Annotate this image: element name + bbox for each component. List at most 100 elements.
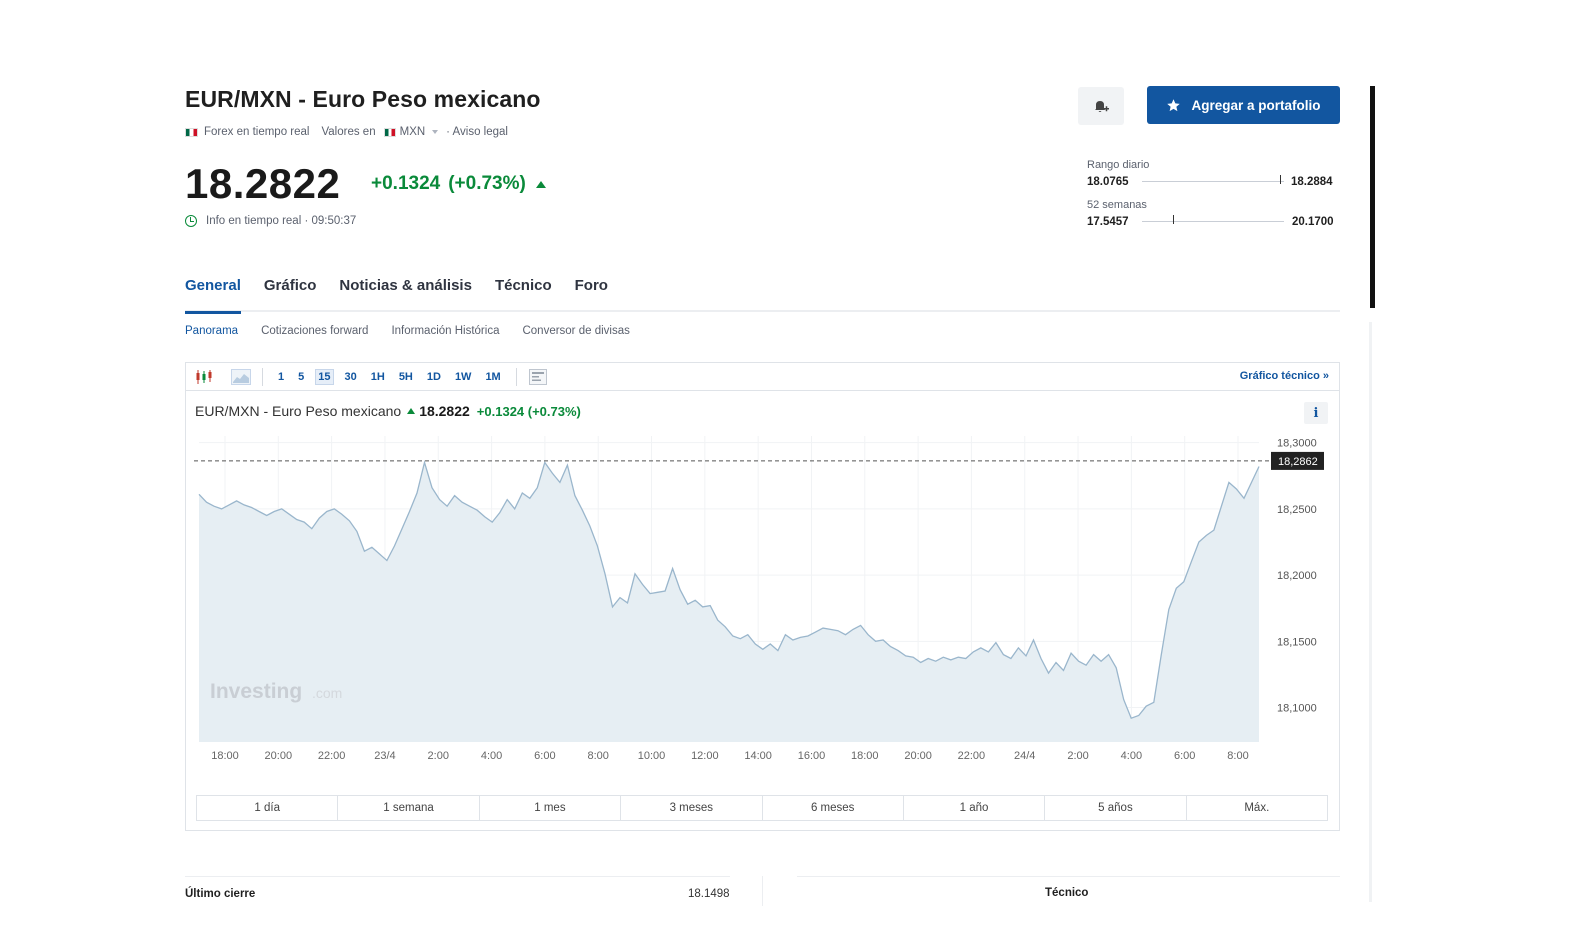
- x-axis-tick-label: 4:00: [1121, 750, 1142, 762]
- range-1-year[interactable]: 1 año: [904, 796, 1046, 820]
- range-1-month[interactable]: 1 mes: [480, 796, 622, 820]
- x-axis-tick-label: 22:00: [958, 750, 986, 762]
- y-axis-tick-label: 18,3000: [1277, 438, 1317, 450]
- market-type-label: Forex en tiempo real: [204, 126, 310, 138]
- daily-range-low: 18.0765: [1087, 176, 1129, 188]
- arrow-up-icon: [407, 408, 416, 414]
- area-chart-icon[interactable]: [230, 368, 252, 386]
- technical-section-title: Técnico: [1045, 887, 1089, 899]
- range-1-day[interactable]: 1 día: [197, 796, 339, 820]
- x-axis-tick-label: 2:00: [428, 750, 449, 762]
- chart-legend: EUR/MXN - Euro Peso mexicano 18.2822 +0.…: [195, 403, 581, 419]
- page-title: EUR/MXN - Euro Peso mexicano: [185, 86, 541, 112]
- bell-plus-icon: [1095, 101, 1109, 112]
- tab-chart[interactable]: Gráfico: [264, 276, 317, 312]
- x-axis-tick-label: 18:00: [851, 750, 879, 762]
- current-price-label: 18,2862: [1278, 456, 1318, 468]
- currency-selector[interactable]: MXN: [400, 126, 426, 138]
- change-value: +0.1324: [371, 173, 441, 194]
- 52w-range-marker: [1173, 215, 1175, 224]
- interval-5h[interactable]: 5H: [396, 369, 416, 385]
- change-percent: (+0.73%): [448, 173, 526, 194]
- interval-15min[interactable]: 15: [315, 368, 334, 385]
- interval-1w[interactable]: 1W: [452, 369, 475, 385]
- x-axis-tick-label: 6:00: [534, 750, 555, 762]
- range-1-week[interactable]: 1 semana: [338, 796, 480, 820]
- sub-tabs: Panorama Cotizaciones forward Informació…: [185, 325, 653, 337]
- y-axis-tick-label: 18,2000: [1277, 570, 1317, 582]
- x-axis-tick-label: 2:00: [1067, 750, 1088, 762]
- daily-range-marker: [1279, 175, 1281, 184]
- interval-1min[interactable]: 1: [275, 369, 287, 385]
- realtime-info-text: Info en tiempo real · 09:50:37: [206, 215, 357, 227]
- range-5-years[interactable]: 5 años: [1045, 796, 1187, 820]
- toolbar-divider: [515, 367, 517, 386]
- subtab-currency-converter[interactable]: Conversor de divisas: [522, 325, 629, 337]
- x-axis-tick-label: 18:00: [211, 750, 239, 762]
- x-axis-tick-label: 20:00: [904, 750, 932, 762]
- subtab-forward-rates[interactable]: Cotizaciones forward: [261, 325, 368, 337]
- range-3-months[interactable]: 3 meses: [621, 796, 763, 820]
- x-axis-tick-label: 6:00: [1174, 750, 1195, 762]
- x-axis-tick-label: 24/4: [1014, 750, 1035, 762]
- y-axis-tick-label: 18,1000: [1277, 703, 1317, 715]
- time-range-selector: 1 día 1 semana 1 mes 3 meses 6 meses 1 a…: [196, 795, 1328, 821]
- add-to-portfolio-button[interactable]: Agregar a portafolio: [1147, 86, 1340, 124]
- legend-instrument: EUR/MXN - Euro Peso mexicano: [195, 403, 402, 419]
- 52w-range-label: 52 semanas: [1087, 199, 1147, 211]
- technical-chart-link[interactable]: Gráfico técnico »: [1240, 370, 1329, 382]
- range-6-months[interactable]: 6 meses: [763, 796, 904, 820]
- realtime-info: Info en tiempo real · 09:50:37: [185, 215, 356, 227]
- x-axis-tick-label: 23/4: [374, 750, 395, 762]
- x-axis-tick-label: 16:00: [798, 750, 826, 762]
- legend-change: +0.1324 (+0.73%): [476, 403, 581, 419]
- instrument-meta: Forex en tiempo real Valores en MXN · Av…: [185, 126, 508, 138]
- chevron-down-icon[interactable]: [432, 130, 439, 134]
- interval-30min[interactable]: 30: [342, 369, 360, 385]
- subtab-historical-data[interactable]: Información Histórica: [391, 325, 499, 337]
- mexico-flag-icon: [383, 127, 396, 137]
- divider: [762, 876, 763, 906]
- x-axis-tick-label: 14:00: [744, 750, 772, 762]
- legal-notice-link[interactable]: · Aviso legal: [446, 126, 508, 138]
- 52w-range-low: 17.5457: [1087, 216, 1129, 228]
- 52w-range-high: 20.1700: [1292, 216, 1334, 228]
- divider: [797, 876, 1340, 877]
- daily-range-track: [1142, 181, 1284, 182]
- last-close-value: 18.1498: [688, 888, 730, 900]
- x-axis-tick-label: 10:00: [638, 750, 666, 762]
- add-to-portfolio-label: Agregar a portafolio: [1191, 97, 1321, 113]
- clock-icon: [185, 215, 197, 227]
- daily-range-high: 18.2884: [1291, 176, 1333, 188]
- last-close-label: Último cierre: [185, 888, 256, 900]
- tab-news[interactable]: Noticias & análisis: [339, 276, 472, 312]
- x-axis-tick-label: 4:00: [481, 750, 502, 762]
- subtab-overview[interactable]: Panorama: [185, 325, 238, 337]
- candlestick-icon[interactable]: [194, 368, 216, 386]
- mexico-flag-icon: [185, 127, 198, 137]
- y-axis-tick-label: 18,2500: [1277, 504, 1317, 516]
- x-axis-tick-label: 20:00: [265, 750, 293, 762]
- chart-toolbar: 1 5 15 30 1H 5H 1D 1W 1M Gráfico técnico…: [186, 363, 1339, 391]
- interval-5min[interactable]: 5: [295, 369, 307, 385]
- star-icon: [1167, 98, 1181, 111]
- range-max[interactable]: Máx.: [1187, 796, 1327, 820]
- chart-settings-icon[interactable]: [527, 368, 549, 386]
- tab-forum[interactable]: Foro: [575, 276, 608, 312]
- chart-info-button[interactable]: i: [1304, 402, 1328, 424]
- price-chart[interactable]: 18,3000 18,2500 18,2000 18,1500 18,1000 Inves…: [186, 428, 1336, 783]
- price-change: +0.1324 (+0.73%): [371, 173, 546, 195]
- tab-general[interactable]: General: [185, 276, 241, 314]
- legend-price: 18.2822: [419, 403, 470, 419]
- page-scrollbar-thumb[interactable]: [1370, 86, 1375, 308]
- y-axis-tick-label: 18,1500: [1277, 636, 1317, 648]
- interval-1h[interactable]: 1H: [368, 369, 388, 385]
- page-scrollbar-track[interactable]: [1369, 322, 1372, 902]
- interval-1m[interactable]: 1M: [482, 369, 503, 385]
- investing-watermark: Investing: [210, 680, 302, 703]
- investing-watermark-suffix: .com: [312, 685, 342, 701]
- tab-technical[interactable]: Técnico: [495, 276, 552, 312]
- create-alert-button[interactable]: [1078, 87, 1124, 125]
- interval-1d[interactable]: 1D: [424, 369, 444, 385]
- values-in-label: Valores en: [321, 126, 376, 138]
